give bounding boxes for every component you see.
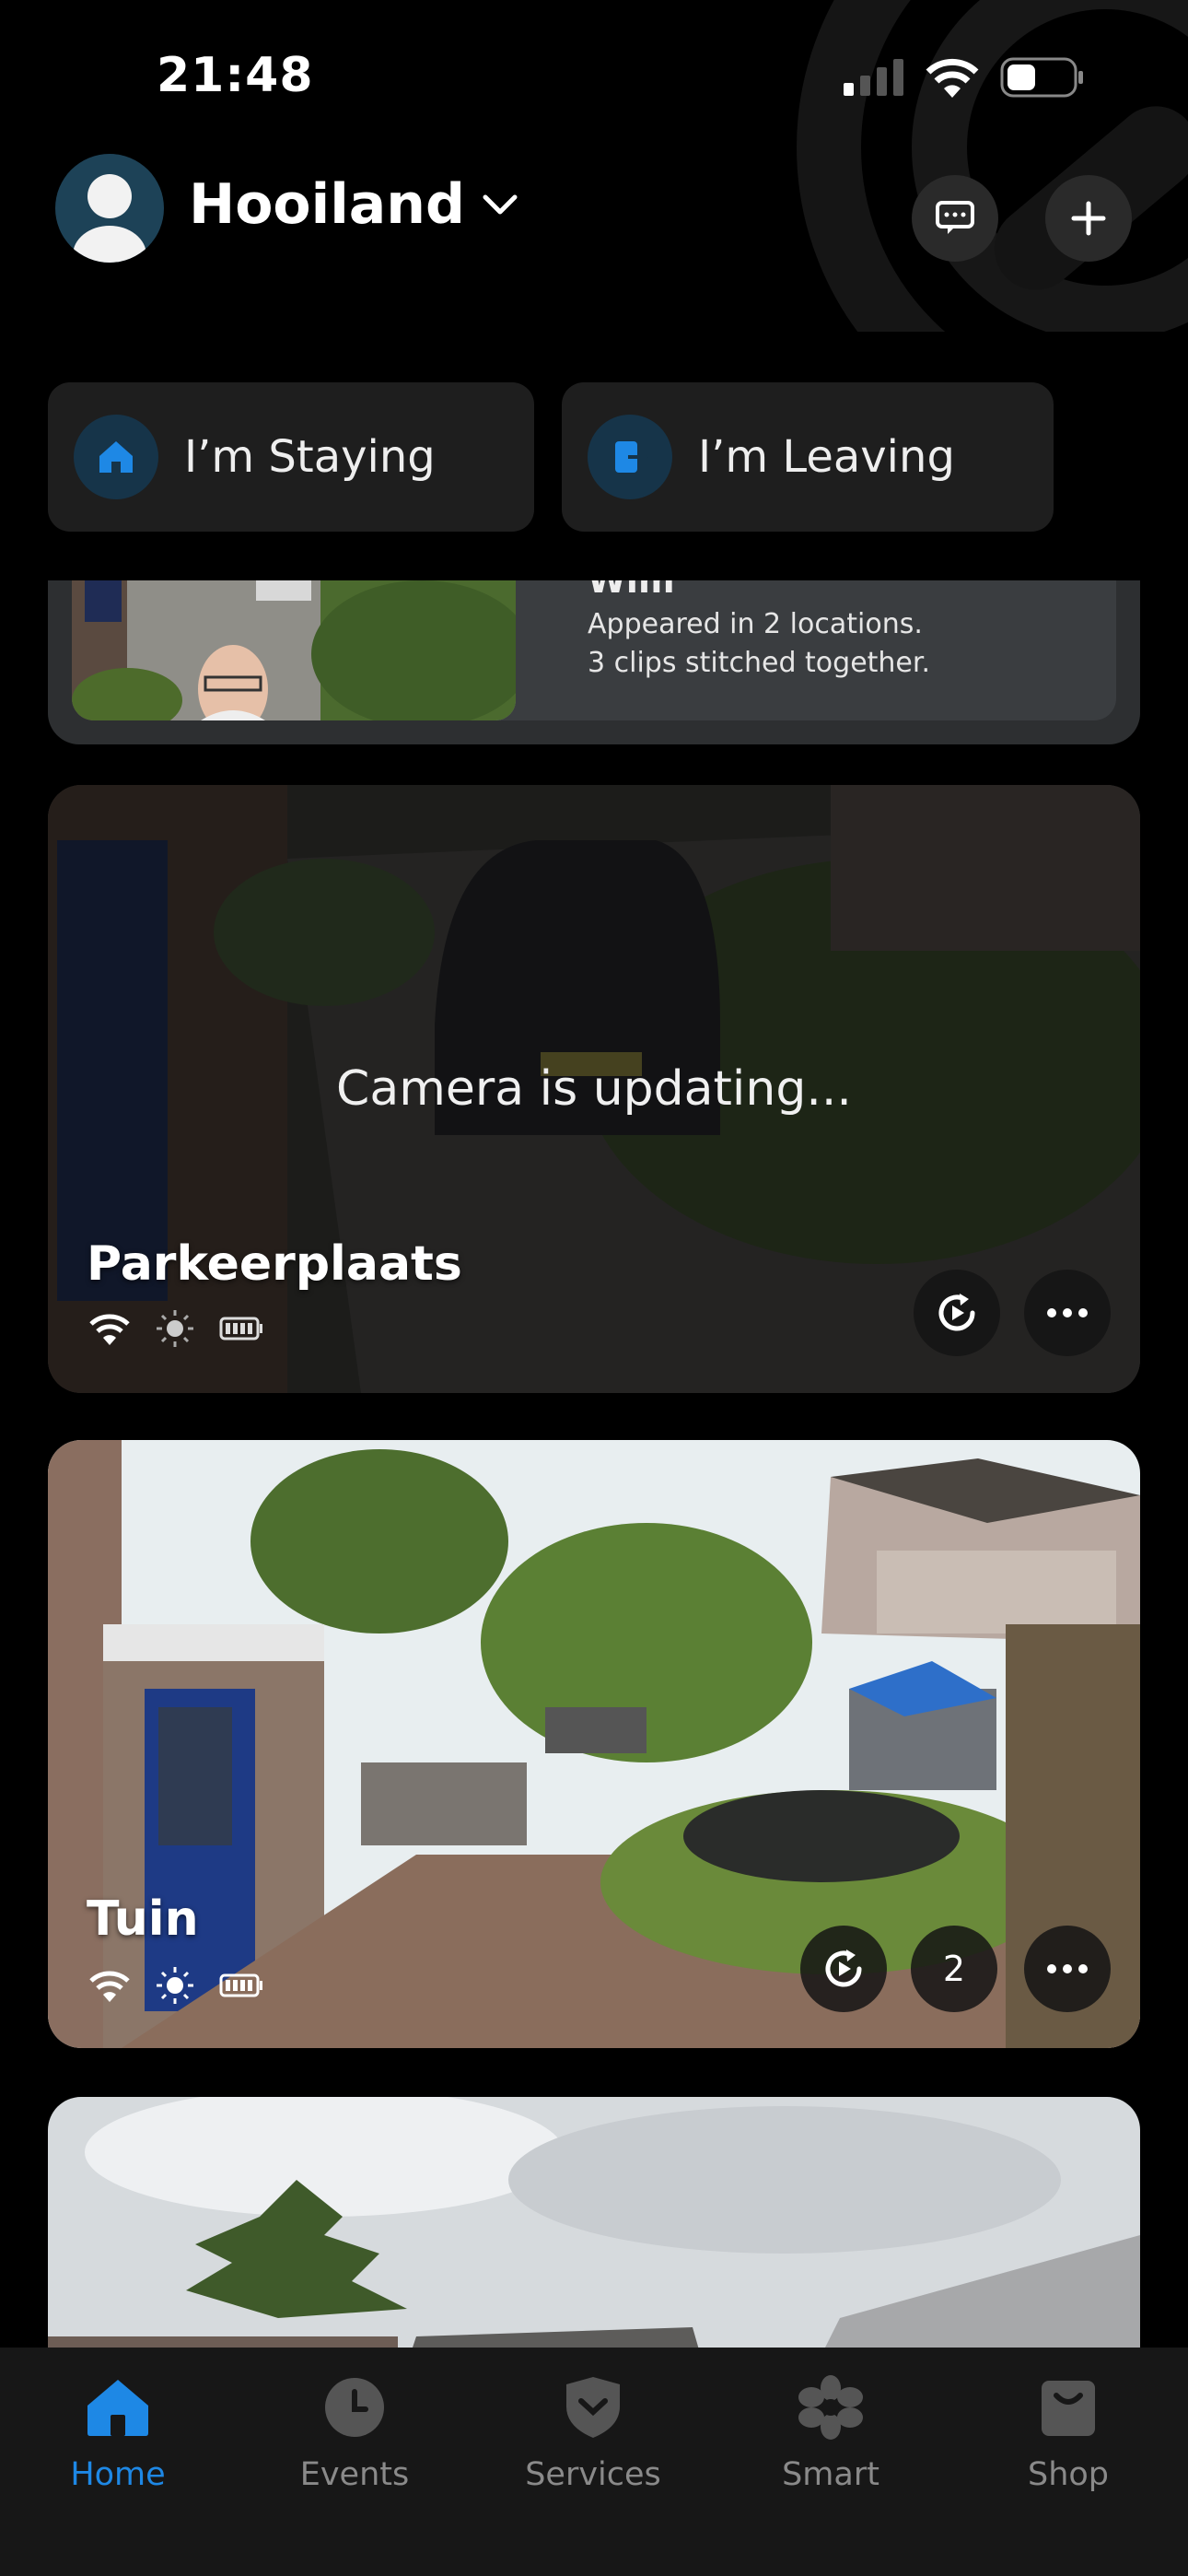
status-bar: 21:48 (0, 0, 1188, 157)
tab-label: Events (299, 2456, 410, 2493)
shield-icon (566, 2377, 620, 2438)
messages-button[interactable] (912, 175, 998, 262)
camera-card-tuin[interactable]: Tuin 2 (48, 1440, 1140, 2048)
event-description-line2: 3 clips stitched together. (588, 647, 930, 679)
flower-icon (798, 2375, 863, 2440)
avatar[interactable] (55, 154, 164, 263)
battery-full-icon (219, 1317, 262, 1341)
battery-full-icon (219, 1973, 262, 1997)
more-options-button[interactable] (1024, 1926, 1111, 2012)
replay-icon (825, 1950, 862, 1987)
tab-label: Smart (782, 2456, 879, 2493)
more-options-button[interactable] (1024, 1270, 1111, 1356)
ellipsis-icon (1047, 1308, 1088, 1317)
add-button[interactable] (1045, 175, 1132, 262)
tab-shop[interactable]: Shop (976, 2366, 1160, 2493)
event-person-name: Wim (588, 580, 675, 601)
tab-label: Services (525, 2456, 661, 2493)
clock-time: 21:48 (157, 48, 314, 103)
event-description-line1: Appeared in 2 locations. (588, 608, 923, 640)
camera-status-text: Camera is updating... (336, 1061, 852, 1117)
smart-event-card[interactable]: Wim Appeared in 2 locations. 3 clips sti… (48, 580, 1140, 744)
leaving-label: I’m Leaving (698, 431, 955, 483)
bag-icon (1042, 2381, 1095, 2436)
tab-label: Shop (1027, 2456, 1110, 2493)
brightness-icon (157, 1310, 193, 1347)
cellular-signal-icon (844, 59, 903, 96)
wifi-icon (89, 1971, 130, 2002)
tab-smart[interactable]: Smart (739, 2366, 923, 2493)
camera-name: Parkeerplaats (87, 1236, 462, 1292)
ellipsis-icon (1047, 1964, 1088, 1973)
tab-services[interactable]: Services (501, 2366, 685, 2493)
exit-door-icon (588, 415, 672, 499)
tab-events[interactable]: Events (262, 2366, 447, 2493)
chat-icon (936, 201, 974, 234)
tab-home[interactable]: Home (26, 2366, 210, 2493)
replay-button[interactable] (914, 1270, 1000, 1356)
chevron-down-icon (483, 194, 518, 215)
plus-icon (1071, 201, 1106, 236)
tab-label: Home (70, 2456, 166, 2493)
header: Hooiland (55, 152, 1133, 267)
house-icon (87, 2380, 148, 2436)
battery-icon (1000, 57, 1083, 98)
camera-card-parkeerplaats[interactable]: Camera is updating... Parkeerplaats (48, 785, 1140, 1393)
leaving-button[interactable]: I’m Leaving (562, 382, 1054, 532)
bottom-tab-bar: Home Events Services Smart Shop (0, 2348, 1188, 2576)
replay-icon (938, 1294, 975, 1331)
house-icon (74, 415, 158, 499)
wifi-icon (89, 1314, 130, 1345)
camera-name: Tuin (87, 1891, 199, 1947)
replay-button[interactable] (800, 1926, 887, 2012)
clip-count: 2 (942, 1949, 966, 1989)
staying-label: I’m Staying (184, 431, 436, 483)
home-name: Hooiland (189, 172, 465, 237)
home-selector[interactable]: Hooiland (189, 172, 518, 237)
staying-button[interactable]: I’m Staying (48, 382, 534, 532)
clip-count-button[interactable]: 2 (911, 1926, 997, 2012)
brightness-icon (157, 1967, 193, 2004)
wifi-icon (926, 58, 979, 98)
event-thumbnail[interactable] (72, 580, 516, 720)
clock-icon (325, 2378, 384, 2437)
